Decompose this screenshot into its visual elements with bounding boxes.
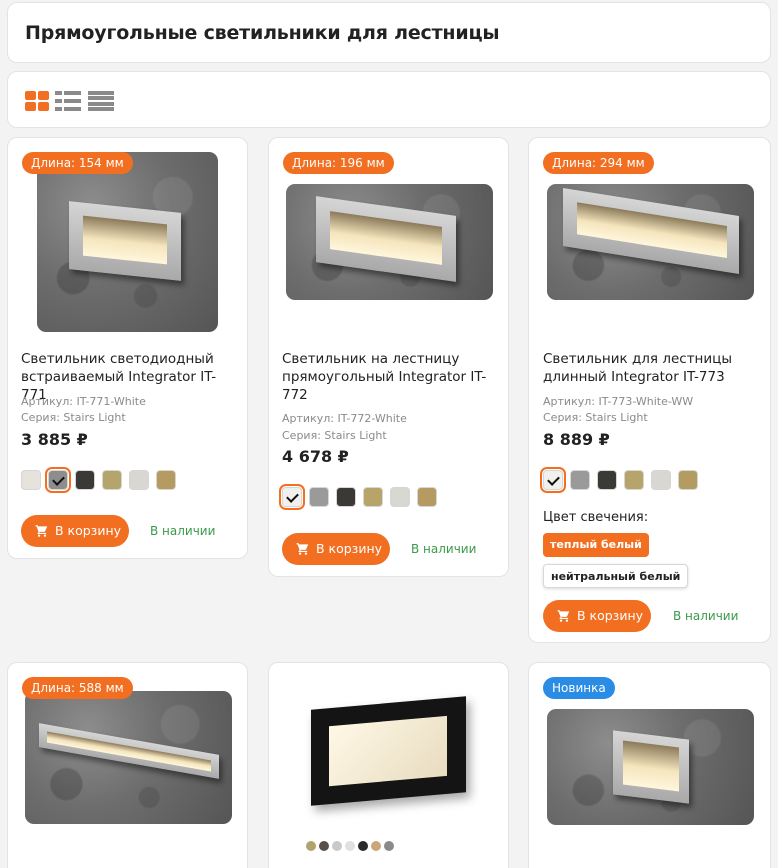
color-dot[interactable]	[358, 841, 368, 851]
product-name[interactable]: Светильник для лестницы длинный Integrat…	[543, 350, 758, 386]
product-price: 4 678 ₽	[282, 447, 349, 466]
color-swatch[interactable]	[651, 470, 671, 490]
fixture-illustration	[563, 188, 739, 274]
color-swatch[interactable]	[417, 487, 437, 507]
new-badge: Новинка	[543, 677, 615, 699]
add-to-cart-button[interactable]: В корзину	[543, 600, 651, 632]
stock-status: В наличии	[150, 524, 216, 538]
product-name[interactable]: Светильник на лестницу прямоугольный Int…	[282, 350, 497, 404]
add-to-cart-button[interactable]: В корзину	[21, 515, 129, 547]
color-dots	[306, 841, 394, 851]
product-card[interactable]	[268, 662, 509, 868]
stock-status: В наличии	[673, 609, 739, 623]
product-price: 3 885 ₽	[21, 430, 88, 449]
product-card[interactable]: Длина: 154 мм Светильник светодиодный вс…	[7, 137, 248, 559]
fixture-illustration	[613, 730, 689, 804]
length-badge: Длина: 588 мм	[22, 677, 133, 699]
cart-icon	[35, 525, 48, 537]
color-swatch[interactable]	[156, 470, 176, 490]
color-swatch[interactable]	[390, 487, 410, 507]
color-swatch[interactable]	[336, 487, 356, 507]
glow-option-warm[interactable]: теплый белый	[543, 533, 649, 557]
color-swatch[interactable]	[102, 470, 122, 490]
length-badge: Длина: 294 мм	[543, 152, 654, 174]
color-dot[interactable]	[384, 841, 394, 851]
length-badge: Длина: 196 мм	[283, 152, 394, 174]
color-swatches	[21, 467, 176, 493]
cart-icon	[296, 543, 309, 555]
page-title: Прямоугольные светильники для лестницы	[25, 22, 500, 44]
stock-status: В наличии	[411, 542, 477, 556]
color-swatch[interactable]	[570, 470, 590, 490]
grid-view-icon[interactable]	[25, 91, 49, 111]
color-swatch[interactable]	[21, 470, 41, 490]
product-image[interactable]	[547, 709, 754, 825]
color-swatch[interactable]	[363, 487, 383, 507]
glow-option-neutral[interactable]: нейтральный белый	[543, 564, 689, 588]
length-badge: Длина: 154 мм	[22, 152, 133, 174]
color-swatch[interactable]	[129, 470, 149, 490]
add-to-cart-label: В корзину	[316, 541, 383, 556]
color-dot[interactable]	[371, 841, 381, 851]
cart-icon	[557, 610, 570, 622]
color-swatch[interactable]	[597, 470, 617, 490]
color-swatch-selected[interactable]	[540, 467, 566, 493]
add-to-cart-label: В корзину	[577, 608, 644, 623]
product-card[interactable]: Длина: 588 мм	[7, 662, 248, 868]
color-swatch[interactable]	[75, 470, 95, 490]
table-view-icon[interactable]	[88, 91, 114, 111]
color-dot[interactable]	[345, 841, 355, 851]
product-series: Серия: Stairs Light	[21, 411, 126, 424]
color-swatch-selected[interactable]	[279, 484, 305, 510]
product-card[interactable]: Длина: 294 мм Светильник для лестницы дл…	[528, 137, 771, 643]
add-to-cart-button[interactable]: В корзину	[282, 533, 390, 565]
fixture-illustration	[316, 196, 456, 282]
color-swatch[interactable]	[309, 487, 329, 507]
color-swatches	[540, 467, 698, 493]
product-article: Артикул: IT-773-White-WW	[543, 395, 694, 408]
product-card[interactable]: Новинка	[528, 662, 771, 868]
product-article: Артикул: IT-771-White	[21, 395, 146, 408]
product-image[interactable]	[311, 696, 466, 806]
color-dot[interactable]	[306, 841, 316, 851]
fixture-illustration	[39, 723, 219, 779]
color-swatch[interactable]	[678, 470, 698, 490]
list-view-icon[interactable]	[55, 91, 81, 111]
color-swatches	[279, 484, 437, 510]
add-to-cart-label: В корзину	[55, 523, 122, 538]
product-series: Серия: Stairs Light	[543, 411, 648, 424]
product-series: Серия: Stairs Light	[282, 429, 387, 442]
product-image[interactable]	[37, 152, 218, 332]
color-dot[interactable]	[332, 841, 342, 851]
product-image[interactable]	[25, 691, 232, 824]
view-switcher	[7, 71, 771, 128]
product-image[interactable]	[286, 184, 493, 300]
fixture-illustration	[69, 201, 181, 281]
product-price: 8 889 ₽	[543, 430, 610, 449]
color-swatch[interactable]	[624, 470, 644, 490]
color-dot[interactable]	[319, 841, 329, 851]
title-panel: Прямоугольные светильники для лестницы	[7, 2, 771, 63]
product-card[interactable]: Длина: 196 мм Светильник на лестницу пря…	[268, 137, 509, 577]
product-image[interactable]	[547, 184, 754, 300]
glow-color-title: Цвет свечения:	[543, 510, 649, 525]
color-swatch-selected[interactable]	[45, 467, 71, 493]
product-article: Артикул: IT-772-White	[282, 412, 407, 425]
